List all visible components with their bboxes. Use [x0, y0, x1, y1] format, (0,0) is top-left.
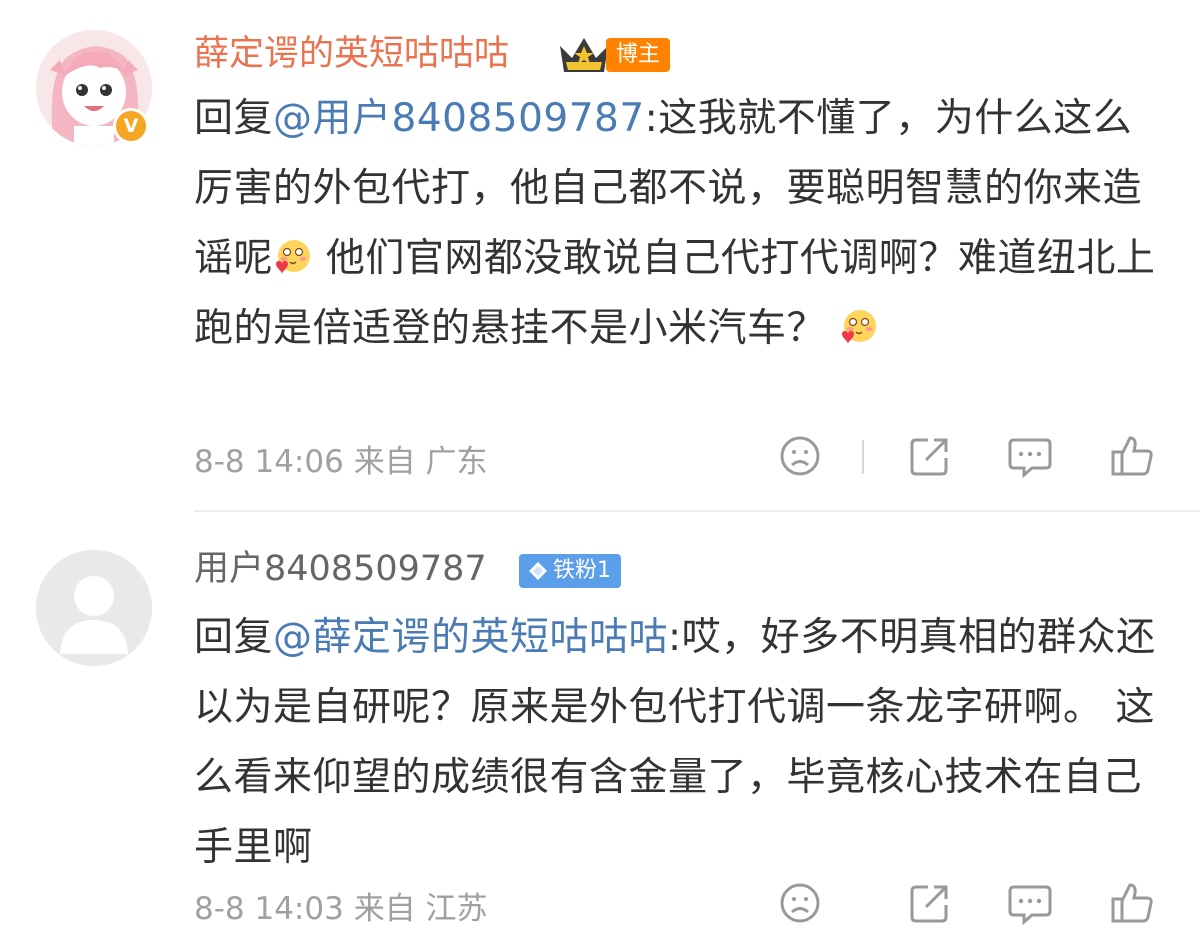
- avatar[interactable]: [36, 550, 152, 666]
- dislike-face-icon: [780, 436, 820, 476]
- share-icon: [910, 438, 948, 476]
- action-bar: [760, 879, 1200, 929]
- mention-link[interactable]: @用户8408509787: [273, 96, 645, 141]
- location: 江苏: [425, 891, 488, 927]
- share-icon: [910, 885, 948, 923]
- comment-text: 回复@用户8408509787:这我就不懂了，为什么这么厉害的外包代打，他自己都…: [194, 84, 1169, 364]
- blush-emoji-icon: [841, 310, 876, 344]
- fan-badge: 铁粉1: [519, 554, 621, 588]
- like-button[interactable]: [1108, 879, 1156, 927]
- timestamp: 8-8 14:03: [194, 891, 344, 927]
- action-bar: [760, 432, 1200, 482]
- comment-icon: [1008, 438, 1052, 479]
- crown-icon: [560, 38, 608, 72]
- share-button[interactable]: [906, 432, 954, 480]
- divider: [862, 440, 864, 474]
- reply-prefix: 回复: [194, 615, 274, 660]
- blogger-badge: 博主: [606, 38, 671, 72]
- verified-v-icon: V: [113, 108, 149, 144]
- comment-item: 用户8408509787 铁粉1 回复@薛定谔的英短咕咕咕:哎，好多不明真相的群…: [0, 512, 1200, 949]
- comment-button[interactable]: [1006, 432, 1054, 480]
- comment-text: 回复@薛定谔的英短咕咕咕:哎，好多不明真相的群众还以为是自研呢？原来是外包代打代…: [194, 603, 1169, 883]
- comment-meta: 8-8 14:06 来自 广东: [194, 436, 488, 481]
- dislike-button[interactable]: [776, 432, 824, 480]
- like-thumb-icon: [1111, 436, 1153, 476]
- blush-emoji-icon: [276, 240, 311, 274]
- location-prefix: 来自: [353, 891, 416, 927]
- reply-prefix: 回复: [194, 96, 274, 141]
- username[interactable]: 薛定谔的英短咕咕咕: [194, 32, 509, 76]
- like-thumb-icon: [1111, 883, 1153, 923]
- dislike-button[interactable]: [776, 879, 824, 927]
- like-button[interactable]: [1108, 432, 1156, 480]
- comment-button[interactable]: [1006, 879, 1054, 927]
- diamond-icon: [529, 562, 547, 580]
- timestamp: 8-8 14:06: [194, 444, 344, 480]
- mention-link[interactable]: @薛定谔的英短咕咕咕: [273, 615, 668, 660]
- comment-meta: 8-8 14:03 来自 江苏: [194, 883, 488, 928]
- location-prefix: 来自: [353, 444, 416, 480]
- comment-text-part: 他们官网都没敢说自己代打代调啊？难道纽北上跑的是倍适登的悬挂不是小米汽车？: [194, 236, 1156, 351]
- location: 广东: [425, 444, 488, 480]
- fan-badge-label: 铁粉1: [553, 558, 611, 583]
- share-button[interactable]: [906, 879, 954, 927]
- comment-item: V 薛定谔的英短咕咕咕 博主 回复@用户8408509787:这我就不懂了，为什…: [0, 0, 1200, 510]
- dislike-face-icon: [780, 883, 820, 923]
- comment-icon: [1008, 885, 1052, 926]
- username[interactable]: 用户8408509787: [194, 547, 487, 591]
